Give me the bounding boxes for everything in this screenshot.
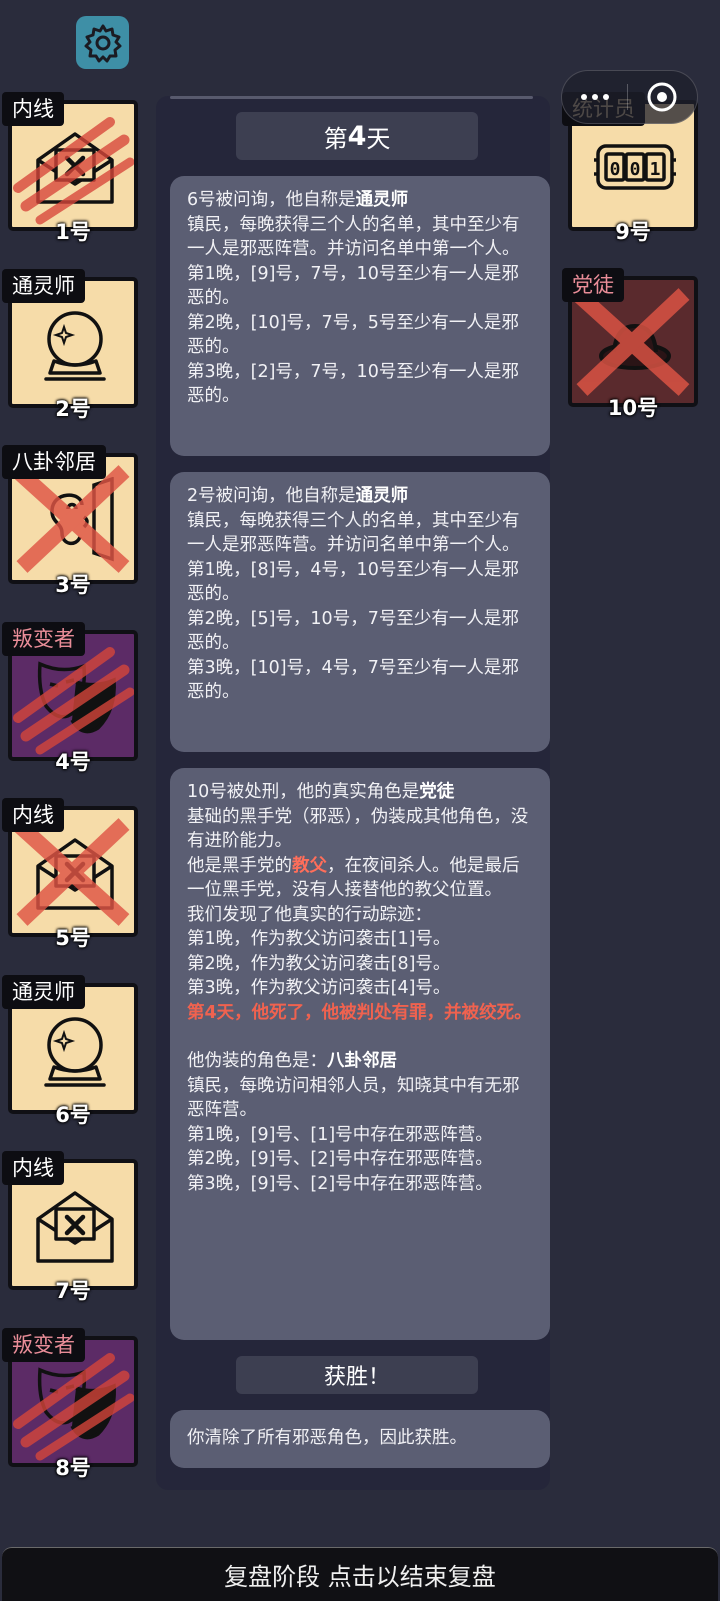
player-number: 10号 <box>607 396 659 420</box>
counter-icon: 001 <box>594 144 676 190</box>
message-line: 我们发现了他真实的行动踪迹： <box>187 904 432 925</box>
message-line: 第3晚，作为教父访问袭击[4]号。 <box>187 978 451 998</box>
svg-text:0: 0 <box>630 159 641 180</box>
victory-bubble: 你清除了所有邪恶角色，因此获胜。 <box>170 1410 550 1468</box>
message-line: 第2晚，[10]号，7号，5号至少有一人是邪恶的。 <box>187 312 519 358</box>
role-tag: 通灵师 <box>2 974 85 1009</box>
victory-title: 获胜！ <box>323 1365 390 1390</box>
message-line: 镇民，每晚获得三个人的名单，其中至少有一人是邪恶阵营。并访问名单中第一个人。 <box>187 214 520 260</box>
svg-text:1: 1 <box>650 159 661 180</box>
player-card-2[interactable]: 通灵师 2号 <box>2 268 140 421</box>
role-tag: 叛变者 <box>2 1327 85 1362</box>
day-header: 第4天 <box>236 112 478 160</box>
message-line: 基础的黑手党（邪恶），伪装成其他角色，没有进阶能力。 <box>187 806 529 852</box>
end-review-button[interactable]: 复盘阶段 点击以结束复盘 <box>2 1547 718 1601</box>
role-tag: 八卦邻居 <box>2 445 106 479</box>
player-card-4[interactable]: 叛变者 4号 <box>2 621 140 774</box>
svg-text:0: 0 <box>610 159 621 180</box>
victory-text: 你清除了所有邪恶角色，因此获胜。 <box>187 1428 467 1448</box>
message-role: 党徒 <box>419 782 455 802</box>
disguise-role: 八卦邻居 <box>327 1051 397 1071</box>
message-intro: 2号被问询，他自称是 <box>187 486 356 506</box>
settings-button[interactable] <box>76 16 129 69</box>
message-role: 通灵师 <box>355 486 409 506</box>
message-intro: 6号被问询，他自称是 <box>187 190 356 210</box>
crystal-ball-icon <box>44 1016 106 1087</box>
player-number: 6号 <box>55 1102 91 1127</box>
message-line: 第2晚，[9]号、[2]号中存在邪恶阵营。 <box>187 1149 493 1169</box>
more-dots-icon[interactable] <box>581 94 609 100</box>
player-number: 8号 <box>55 1455 91 1480</box>
message-line: 镇民，每晚获得三个人的名单，其中至少有一人是邪恶阵营。并访问名单中第一个人。 <box>187 510 520 556</box>
message-line: 第1晚，[9]号，7号，10号至少有一人是邪恶的。 <box>187 263 519 309</box>
player-card-8[interactable]: 叛变者 8号 <box>2 1327 140 1480</box>
player-number: 1号 <box>55 220 91 244</box>
player-card-3[interactable]: 八卦邻居 3号 <box>2 445 140 597</box>
disguise-label: 他伪装的角色是： <box>187 1051 327 1071</box>
player-number: 9号 <box>615 220 651 244</box>
day-prefix: 第 <box>323 124 348 153</box>
role-tag: 党徒 <box>562 268 624 302</box>
player-card-10[interactable]: 党徒 10号 <box>562 268 700 420</box>
player-card-5[interactable]: 内线 5号 <box>2 798 140 950</box>
player-number: 7号 <box>55 1279 91 1303</box>
message-bubble-3: 10号被处刑，他的真实角色是党徒 基础的黑手党（邪恶），伪装成其他角色，没有进阶… <box>170 768 550 1340</box>
message-line: 镇民，每晚访问相邻人员，知晓其中有无邪恶阵营。 <box>187 1075 520 1121</box>
message-line: 第3晚，[2]号，7号，10号至少有一人是邪恶的。 <box>187 361 519 407</box>
player-number: 2号 <box>55 396 91 421</box>
gear-icon <box>84 24 121 62</box>
victory-header: 获胜！ <box>236 1356 478 1394</box>
message-bubble-2: 2号被问询，他自称是通灵师 镇民，每晚获得三个人的名单，其中至少有一人是邪恶阵营… <box>170 472 550 752</box>
player-number: 3号 <box>55 573 91 597</box>
message-line: 第1晚，[9]号、[1]号中存在邪恶阵营。 <box>187 1124 493 1145</box>
message-line: 第2晚，作为教父访问袭击[8]号。 <box>187 953 451 974</box>
player-card-1[interactable]: 内线 1号 <box>2 92 140 244</box>
player-card-7[interactable]: 内线 7号 <box>2 1151 140 1303</box>
log-scroll-edge <box>170 96 533 99</box>
role-tag: 通灵师 <box>2 268 85 303</box>
role-tag: 叛变者 <box>2 621 85 656</box>
capsule-divider <box>627 84 628 110</box>
role-tag: 内线 <box>2 1151 64 1185</box>
message-line: 第3晚，[9]号、[2]号中存在邪恶阵营。 <box>187 1173 493 1194</box>
envelope-x-icon <box>36 1191 114 1263</box>
role-tag: 内线 <box>2 798 64 832</box>
day-suffix: 天 <box>366 124 391 153</box>
message-line: 第3晚，[10]号，4号，7号至少有一人是邪恶的。 <box>187 657 519 703</box>
miniprogram-capsule <box>561 70 698 124</box>
end-review-label: 复盘阶段 点击以结束复盘 <box>224 1563 496 1591</box>
player-number: 4号 <box>55 749 91 774</box>
message-line: 第1晚，[8]号，4号，10号至少有一人是邪恶的。 <box>187 559 519 605</box>
message-role: 通灵师 <box>355 190 409 210</box>
message-line: 他是黑手党的 <box>187 855 292 876</box>
death-notice: 第4天，他死了，他被判处有罪，并被绞死。 <box>187 1002 532 1023</box>
message-line: 第1晚，作为教父访问袭击[1]号。 <box>187 929 451 949</box>
role-tag: 内线 <box>2 92 64 126</box>
player-card-6[interactable]: 通灵师 6号 <box>2 974 140 1127</box>
godfather-highlight: 教父 <box>292 855 327 876</box>
message-intro: 10号被处刑，他的真实角色是 <box>187 782 420 802</box>
crystal-ball-icon <box>44 310 106 381</box>
day-number: 4 <box>347 120 367 152</box>
message-bubble-1: 6号被问询，他自称是通灵师 镇民，每晚获得三个人的名单，其中至少有一人是邪恶阵营… <box>170 176 550 456</box>
target-close-icon[interactable] <box>646 81 678 113</box>
player-number: 5号 <box>55 926 91 950</box>
message-line: 第2晚，[5]号，10号，7号至少有一人是邪恶的。 <box>187 608 519 654</box>
